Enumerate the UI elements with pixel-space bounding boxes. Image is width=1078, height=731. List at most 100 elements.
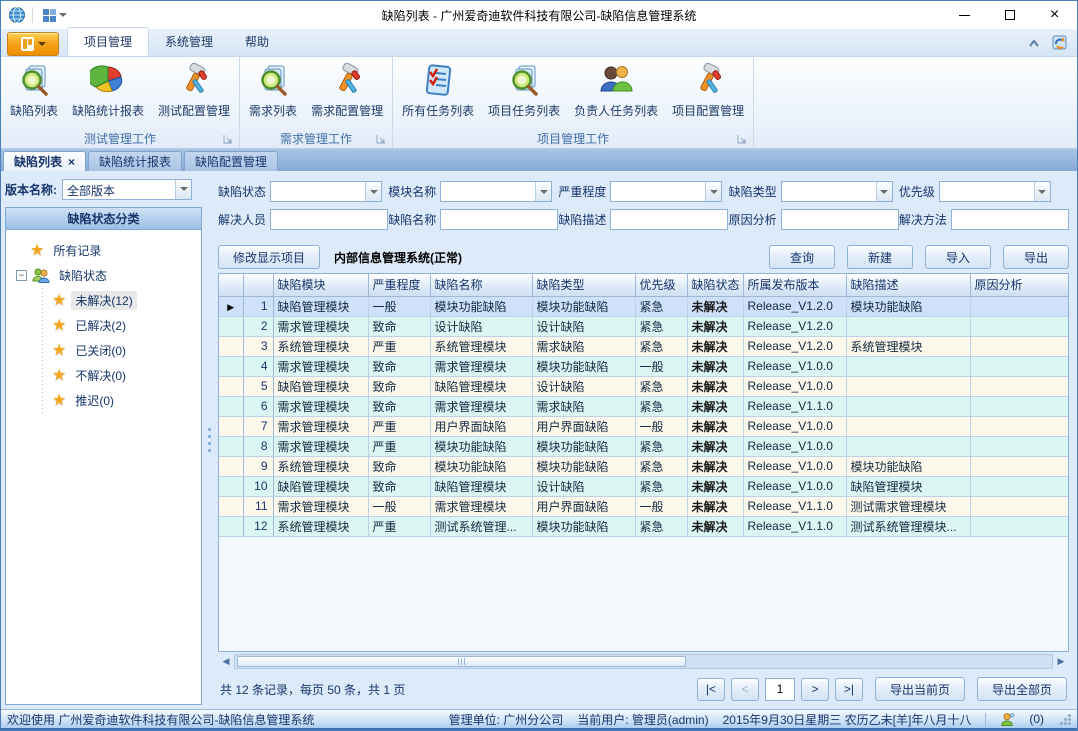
dropdown-button[interactable]: [175, 180, 191, 199]
cell[interactable]: [970, 436, 1069, 456]
ribbon-button-测试配置管理[interactable]: 测试配置管理: [151, 59, 237, 121]
cell[interactable]: 未解决: [687, 516, 743, 536]
table-row[interactable]: 5缺陷管理模块致命缺陷管理模块设计缺陷紧急未解决Release_V1.0.0: [219, 376, 1069, 396]
cell[interactable]: 模块功能缺陷: [430, 436, 532, 456]
column-header-缺陷类型[interactable]: 缺陷类型: [532, 274, 635, 296]
ribbon-tab-帮助[interactable]: 帮助: [229, 28, 285, 56]
grid-hscrollbar[interactable]: ◀ ▶: [218, 653, 1069, 669]
cell[interactable]: [846, 396, 970, 416]
table-row[interactable]: ▶ 1缺陷管理模块一般模块功能缺陷模块功能缺陷紧急未解决Release_V1.2…: [219, 296, 1069, 316]
row-selector-cell[interactable]: ▶: [219, 296, 243, 316]
tree-item-不解决(0)[interactable]: ★不解决(0): [38, 363, 197, 388]
cell[interactable]: Release_V1.0.0: [743, 476, 846, 496]
doc-tab-缺陷列表[interactable]: 缺陷列表×: [3, 151, 86, 171]
ribbon-tab-项目管理[interactable]: 项目管理: [67, 27, 149, 56]
ribbon-button-需求列表[interactable]: 需求列表: [242, 59, 304, 121]
column-header-所属发布版本[interactable]: 所属发布版本: [743, 274, 846, 296]
cell[interactable]: Release_V1.1.0: [743, 496, 846, 516]
column-header-缺陷状态[interactable]: 缺陷状态: [687, 274, 743, 296]
doc-tab-缺陷统计报表[interactable]: 缺陷统计报表: [88, 151, 182, 171]
cell[interactable]: 系统管理模块: [273, 516, 368, 536]
cell[interactable]: 模块功能缺陷: [846, 296, 970, 316]
row-selector-cell[interactable]: [219, 496, 243, 516]
cell[interactable]: 未解决: [687, 456, 743, 476]
ribbon-tab-系统管理[interactable]: 系统管理: [149, 28, 229, 56]
cell[interactable]: 缺陷管理模块: [846, 476, 970, 496]
cell[interactable]: 需求管理模块: [273, 356, 368, 376]
cell[interactable]: 紧急: [635, 456, 687, 476]
cell[interactable]: 设计缺陷: [532, 316, 635, 336]
cell[interactable]: Release_V1.2.0: [743, 296, 846, 316]
cell[interactable]: 用户界面缺陷: [532, 496, 635, 516]
dropdown-button[interactable]: [365, 182, 381, 201]
cell[interactable]: [970, 416, 1069, 436]
cell[interactable]: 致命: [368, 356, 430, 376]
cell[interactable]: 缺陷管理模块: [430, 476, 532, 496]
cell[interactable]: 用户界面缺陷: [430, 416, 532, 436]
cell[interactable]: Release_V1.0.0: [743, 376, 846, 396]
cell[interactable]: 紧急: [635, 296, 687, 316]
row-selector-cell[interactable]: [219, 356, 243, 376]
export-current-page-button[interactable]: 导出当前页: [875, 677, 965, 701]
cell[interactable]: 缺陷管理模块: [273, 296, 368, 316]
filter-combo-优先级[interactable]: [939, 181, 1051, 202]
close-tab-icon[interactable]: ×: [68, 155, 75, 169]
cell[interactable]: 严重: [368, 436, 430, 456]
panel-splitter[interactable]: [204, 171, 214, 709]
table-row[interactable]: 11需求管理模块一般需求管理模块用户界面缺陷一般未解决Release_V1.1.…: [219, 496, 1069, 516]
ribbon-button-所有任务列表[interactable]: 所有任务列表: [395, 59, 481, 121]
cell[interactable]: 一般: [635, 496, 687, 516]
cell[interactable]: [970, 336, 1069, 356]
cell[interactable]: 模块功能缺陷: [430, 456, 532, 476]
row-selector-cell[interactable]: [219, 316, 243, 336]
cell[interactable]: 缺陷管理模块: [273, 476, 368, 496]
column-header-严重程度[interactable]: 严重程度: [368, 274, 430, 296]
cell[interactable]: Release_V1.0.0: [743, 436, 846, 456]
cell[interactable]: 紧急: [635, 316, 687, 336]
filter-combo-严重程度[interactable]: [610, 181, 722, 202]
cell[interactable]: 需求管理模块: [430, 496, 532, 516]
doc-tab-缺陷配置管理[interactable]: 缺陷配置管理: [184, 151, 278, 171]
tree-item-defect-status[interactable]: −缺陷状态: [16, 263, 197, 288]
cell[interactable]: 严重: [368, 416, 430, 436]
dialog-launcher-icon[interactable]: [223, 134, 233, 144]
first-page-button[interactable]: |<: [697, 678, 725, 701]
cell[interactable]: 系统管理模块: [273, 336, 368, 356]
row-selector-cell[interactable]: [219, 336, 243, 356]
tree-item-已解决(2)[interactable]: ★已解决(2): [38, 313, 197, 338]
cell[interactable]: 未解决: [687, 356, 743, 376]
filter-combo-缺陷状态[interactable]: [270, 181, 382, 202]
cell[interactable]: 一般: [368, 296, 430, 316]
filter-input-缺陷名称[interactable]: [440, 209, 558, 230]
tree-item-推迟(0)[interactable]: ★推迟(0): [38, 388, 197, 413]
cell[interactable]: Release_V1.1.0: [743, 396, 846, 416]
cell[interactable]: 未解决: [687, 476, 743, 496]
tree-expander-icon[interactable]: −: [16, 270, 27, 281]
toolbar-button-查询[interactable]: 查询: [769, 245, 835, 269]
cell[interactable]: 测试需求管理模块: [846, 496, 970, 516]
hscroll-track[interactable]: [234, 654, 1053, 669]
cell[interactable]: 模块功能缺陷: [532, 356, 635, 376]
column-header-优先级[interactable]: 优先级: [635, 274, 687, 296]
cell[interactable]: [846, 376, 970, 396]
cell[interactable]: 一般: [635, 356, 687, 376]
row-selector-cell[interactable]: [219, 436, 243, 456]
cell[interactable]: 致命: [368, 396, 430, 416]
cell[interactable]: 紧急: [635, 336, 687, 356]
cell[interactable]: 需求管理模块: [273, 396, 368, 416]
row-selector-cell[interactable]: [219, 476, 243, 496]
cell[interactable]: 缺陷管理模块: [273, 376, 368, 396]
prev-page-button[interactable]: <: [731, 678, 759, 701]
cell[interactable]: 设计缺陷: [532, 476, 635, 496]
cell[interactable]: 用户界面缺陷: [532, 416, 635, 436]
help-icon[interactable]: [1051, 34, 1069, 51]
column-header-缺陷模块[interactable]: 缺陷模块: [273, 274, 368, 296]
version-select[interactable]: 全部版本: [62, 179, 192, 200]
cell[interactable]: 致命: [368, 456, 430, 476]
cell[interactable]: [970, 496, 1069, 516]
filter-combo-模块名称[interactable]: [440, 181, 552, 202]
cell[interactable]: 模块功能缺陷: [532, 436, 635, 456]
ribbon-button-项目任务列表[interactable]: 项目任务列表: [481, 59, 567, 121]
table-row[interactable]: 7需求管理模块严重用户界面缺陷用户界面缺陷一般未解决Release_V1.0.0: [219, 416, 1069, 436]
table-row[interactable]: 8需求管理模块严重模块功能缺陷模块功能缺陷紧急未解决Release_V1.0.0: [219, 436, 1069, 456]
